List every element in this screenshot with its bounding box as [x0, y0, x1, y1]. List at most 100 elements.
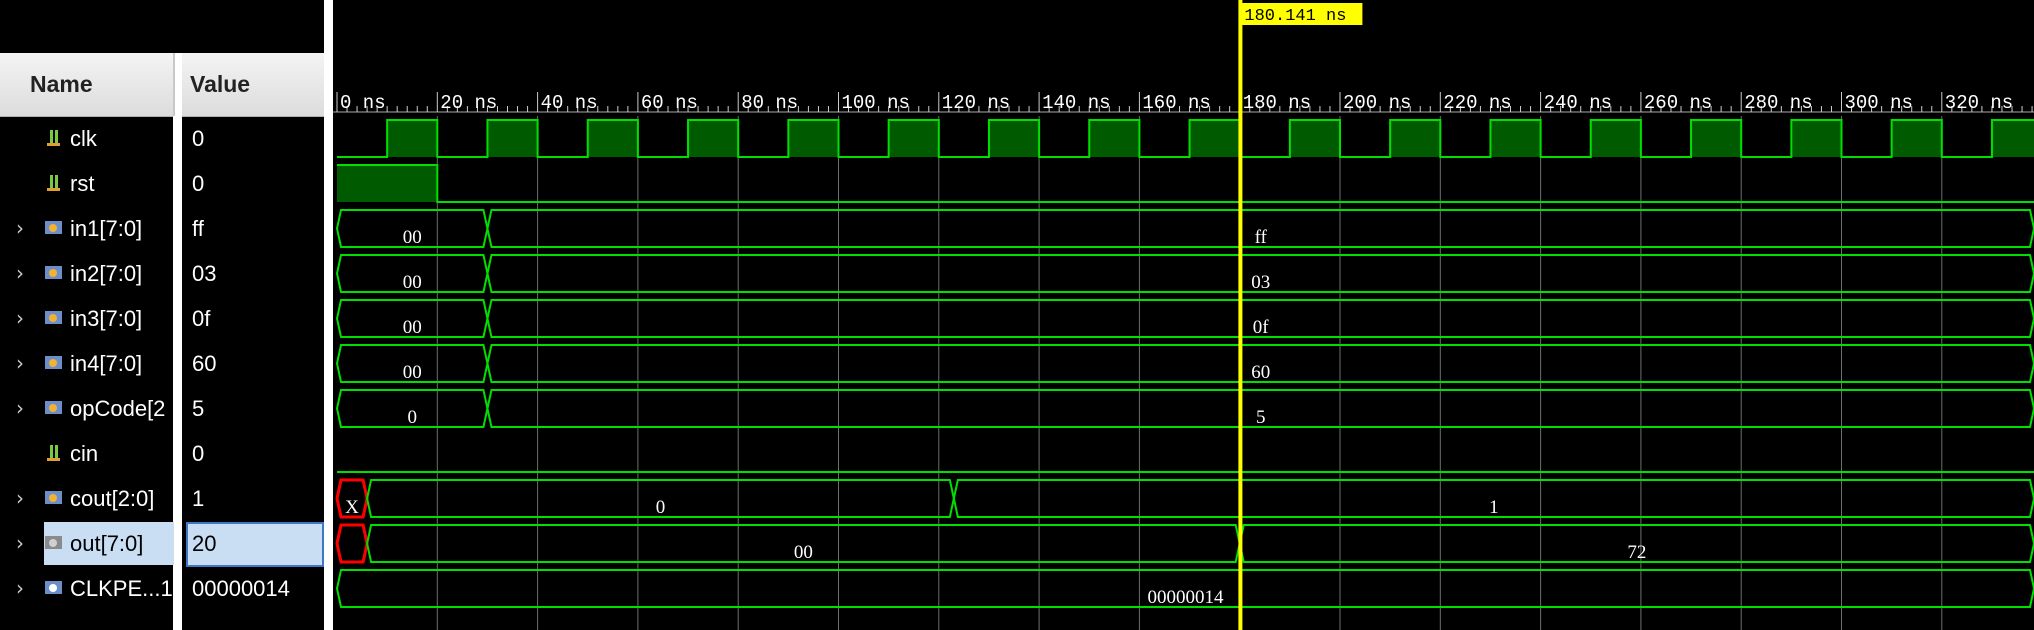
signal-value: 20: [192, 531, 217, 556]
signal-row[interactable]: › in4[7:0] 60: [0, 341, 324, 386]
signal-row[interactable]: clk 0: [0, 116, 324, 161]
signal-name: in1[7:0]: [70, 216, 143, 241]
bit-waveform: [337, 164, 2034, 203]
column-header-row: Name Value: [0, 53, 324, 117]
signal-row[interactable]: › in3[7:0] 0f: [0, 296, 324, 341]
high-level-fill: [788, 120, 839, 157]
bus-value-label: 0: [656, 497, 666, 518]
ruler-tick-label: 180 ns: [1243, 92, 1311, 114]
bus-value-label: 00: [403, 362, 422, 383]
signal-name: rst: [70, 171, 95, 196]
bus-value-label: 03: [1251, 272, 1270, 293]
chevron-right-icon[interactable]: ›: [16, 307, 34, 329]
ruler-tick-label: 120 ns: [942, 92, 1010, 114]
bus-value-label: 0: [407, 407, 417, 428]
signal-row[interactable]: › out[7:0] 20: [0, 521, 324, 567]
name-column-header[interactable]: Name: [30, 53, 93, 116]
bus-value-label: 00: [403, 227, 422, 248]
ruler-tick-label: 320 ns: [1945, 92, 2013, 114]
high-level-fill: [1490, 120, 1541, 157]
signal-value: ff: [192, 216, 204, 241]
signal-name: in2[7:0]: [70, 261, 143, 286]
high-level-fill: [387, 120, 438, 157]
signal-value: 0: [192, 441, 205, 466]
panel-splitter[interactable]: [324, 0, 333, 630]
high-level-fill: [1189, 120, 1240, 157]
signal-list-panel: Name Value clk 0 rst 0 › in1[7:0] ff › in2[7:0] 0…: [0, 0, 332, 630]
signal-value: 00000014: [192, 576, 290, 601]
waveform-canvas[interactable]: 0 ns 20 ns 40 ns 60 ns 80 ns 100 ns 120 ns 140 …: [333, 0, 2034, 630]
signal-name: cin: [70, 441, 99, 466]
signal-row[interactable]: › in1[7:0] ff: [0, 206, 324, 251]
bus-signal-icon: [44, 488, 64, 508]
signal-name: opCode[2: [70, 396, 166, 421]
bus-value-label: ff: [1255, 227, 1268, 248]
ruler-tick-label: 260 ns: [1644, 92, 1712, 114]
signal-value: 0: [192, 171, 205, 196]
high-level-fill: [1289, 120, 1340, 157]
high-level-fill: [487, 120, 538, 157]
bus-value-label: 5: [1256, 407, 1266, 428]
signal-name: in3[7:0]: [70, 306, 143, 331]
ruler-tick-label: 200 ns: [1343, 92, 1411, 114]
signal-row[interactable]: › CLKPE...1:0 00000014: [0, 566, 324, 611]
bus-output-icon: [44, 533, 64, 553]
ruler-tick-label: 280 ns: [1744, 92, 1812, 114]
signal-row[interactable]: cin 0: [0, 431, 324, 476]
signal-name: in4[7:0]: [70, 351, 143, 376]
waveform-area[interactable]: 0 ns 20 ns 40 ns 60 ns 80 ns 100 ns 120 ns 140 …: [333, 0, 2034, 630]
signal-value: 03: [192, 261, 217, 286]
high-level-fill: [1991, 120, 2034, 157]
bus-value-label: 00: [403, 317, 422, 338]
high-level-fill: [587, 120, 638, 157]
high-level-fill: [1590, 120, 1641, 157]
signal-value: 60: [192, 351, 217, 376]
high-level-fill: [1891, 120, 1942, 157]
ruler-tick-label: 220 ns: [1443, 92, 1511, 114]
signal-row[interactable]: › in2[7:0] 03: [0, 251, 324, 296]
bit-signal-icon: [44, 443, 64, 463]
bit-signal-icon: [44, 173, 64, 193]
chevron-right-icon[interactable]: ›: [16, 397, 34, 419]
bus-signal-icon: [44, 398, 64, 418]
ruler-tick-label: 240 ns: [1544, 92, 1612, 114]
high-level-fill: [1089, 120, 1140, 157]
bus-signal-icon: [44, 218, 64, 238]
bus-signal-icon: [44, 308, 64, 328]
signal-row[interactable]: › cout[2:0] 1: [0, 476, 324, 521]
signal-value: 1: [192, 486, 205, 511]
high-level-fill: [1691, 120, 1742, 157]
chevron-right-icon[interactable]: ›: [16, 217, 34, 239]
ruler-tick-label: 40 ns: [541, 92, 598, 114]
bus-value-label: 00: [403, 272, 422, 293]
signal-name: clk: [70, 126, 97, 151]
chevron-right-icon[interactable]: ›: [16, 262, 34, 284]
chevron-right-icon[interactable]: ›: [16, 532, 34, 554]
signal-name: CLKPE...1:0: [70, 576, 174, 601]
high-level-fill: [337, 165, 438, 202]
signal-row[interactable]: rst 0: [0, 161, 324, 206]
signal-row[interactable]: › opCode[2 5: [0, 386, 324, 431]
high-level-fill: [1791, 120, 1842, 157]
unknown-state-segment: [335, 523, 369, 564]
cursor-time-label: 180.141 ns: [1244, 7, 1346, 26]
ruler-tick-label: 160 ns: [1142, 92, 1210, 114]
chevron-right-icon[interactable]: ›: [16, 352, 34, 374]
signal-value: 5: [192, 396, 205, 421]
high-level-fill: [988, 120, 1040, 157]
header-divider: [173, 53, 175, 116]
bus-value-label: 00000014: [1148, 587, 1225, 608]
ruler-tick-label: 20 ns: [440, 92, 497, 114]
high-level-fill: [1390, 120, 1441, 157]
ruler-tick-label: 0 ns: [340, 92, 386, 114]
high-level-fill: [688, 120, 739, 157]
chevron-right-icon[interactable]: ›: [16, 487, 34, 509]
signal-name: out[7:0]: [70, 531, 144, 556]
bus-value-label: 72: [1627, 542, 1646, 563]
bit-signal-icon: [44, 128, 64, 148]
ruler-tick-label: 100 ns: [842, 92, 910, 114]
bus-value-label: 60: [1251, 362, 1270, 383]
value-column-header[interactable]: Value: [190, 53, 250, 116]
bus-signal-icon: [44, 263, 64, 283]
chevron-right-icon[interactable]: ›: [16, 577, 34, 599]
